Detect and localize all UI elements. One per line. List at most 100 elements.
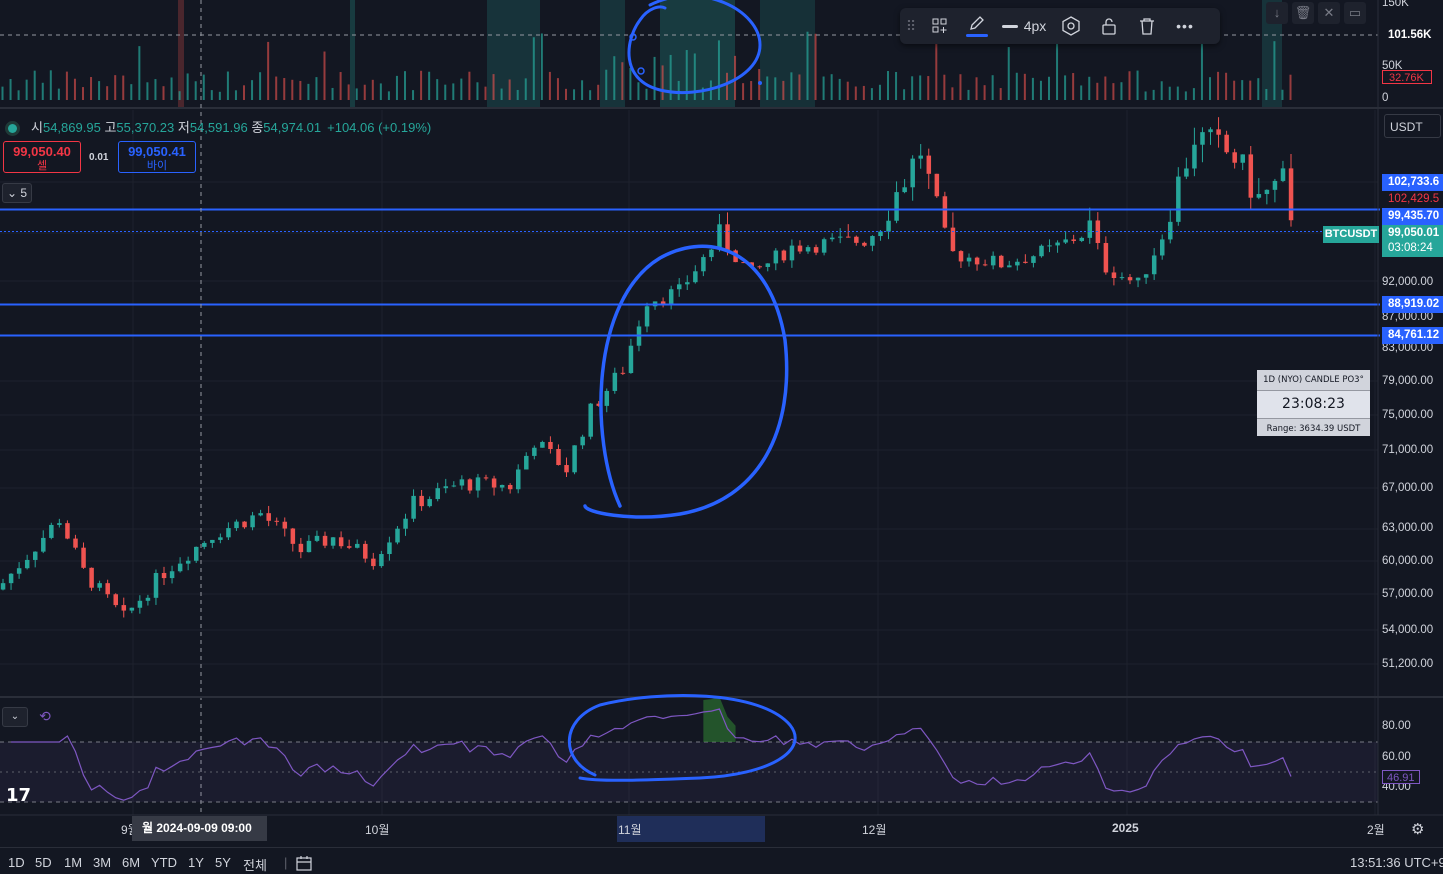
price-axis-label: 57,000.00 bbox=[1382, 588, 1434, 600]
candle-body bbox=[1176, 176, 1181, 222]
volume-bar bbox=[404, 71, 406, 100]
volume-bar bbox=[1168, 86, 1171, 100]
volume-bar bbox=[243, 85, 245, 100]
settings-icon[interactable] bbox=[1052, 8, 1090, 44]
volume-bar bbox=[581, 80, 584, 100]
candle bbox=[870, 235, 875, 252]
candle-body bbox=[338, 537, 344, 547]
volume-bar bbox=[1200, 41, 1203, 100]
volume-bar bbox=[565, 88, 567, 100]
candle-body bbox=[290, 528, 296, 544]
candle-body bbox=[773, 250, 779, 264]
close-value: 54,974.01 bbox=[263, 120, 322, 135]
sell-button[interactable]: 99,050.40 셀 bbox=[3, 141, 81, 173]
range-button-3m[interactable]: 3M bbox=[93, 855, 111, 870]
volume-axis-label: 0 bbox=[1382, 92, 1389, 104]
collapse-pane-icon[interactable]: ✕ bbox=[1318, 2, 1340, 24]
price-axis-label: 71,000.00 bbox=[1382, 444, 1434, 456]
volume-bar bbox=[452, 83, 455, 100]
price-axis-label: 67,000.00 bbox=[1382, 482, 1434, 494]
maximize-pane-icon[interactable]: ▭ bbox=[1344, 2, 1366, 24]
candle-body bbox=[274, 520, 279, 522]
pane-trash-icon[interactable]: 🗑 bbox=[1292, 2, 1314, 24]
line-color-button[interactable] bbox=[958, 8, 996, 44]
template-icon[interactable] bbox=[922, 8, 958, 44]
candle-body bbox=[491, 478, 497, 488]
volume-bar bbox=[1233, 80, 1236, 100]
line-width-button[interactable]: 4px bbox=[996, 8, 1052, 44]
candle-body bbox=[346, 546, 352, 548]
gear-icon[interactable]: ⚙ bbox=[1411, 820, 1424, 838]
volume-bar bbox=[1241, 80, 1244, 100]
volume-bar bbox=[637, 82, 640, 100]
high-label: 고 bbox=[104, 120, 117, 135]
currency-select[interactable]: USDT bbox=[1384, 114, 1441, 138]
price-axis-label: 63,000.00 bbox=[1382, 522, 1434, 534]
rsi-indicator-icon[interactable]: ⟲ bbox=[36, 707, 54, 725]
buy-button[interactable]: 99,050.41 바이 bbox=[118, 141, 196, 173]
clock-time[interactable]: 13:51:36 UTC+9 bbox=[1350, 855, 1443, 870]
candle bbox=[1208, 127, 1213, 145]
volume-bar bbox=[629, 67, 632, 100]
candle-body bbox=[8, 573, 14, 584]
candle bbox=[419, 489, 424, 511]
candle-body bbox=[854, 236, 859, 243]
tradingview-logo-icon[interactable]: 17 bbox=[6, 785, 31, 806]
price-axis-label: 51,200.00 bbox=[1382, 658, 1434, 670]
candle-body bbox=[701, 257, 706, 272]
volume-bar bbox=[98, 81, 101, 100]
candle-body bbox=[1111, 272, 1117, 279]
candle-body bbox=[660, 301, 666, 304]
candle-body bbox=[902, 187, 907, 193]
candle-body bbox=[314, 535, 320, 541]
range-button-6m[interactable]: 6M bbox=[122, 855, 140, 870]
volume-bar bbox=[154, 79, 157, 100]
range-button-ytd[interactable]: YTD bbox=[151, 855, 177, 870]
drag-handle-icon[interactable]: ⠿ bbox=[900, 8, 922, 44]
legend-collapse-button[interactable]: ⌄ 5 bbox=[2, 183, 32, 203]
volume-bar bbox=[1160, 81, 1163, 100]
low-value: 54,591.96 bbox=[189, 120, 248, 135]
lock-icon[interactable] bbox=[1090, 8, 1128, 44]
candle-body bbox=[330, 537, 336, 546]
arrow-down-icon[interactable]: ↓ bbox=[1266, 2, 1288, 24]
range-button-5y[interactable]: 5Y bbox=[215, 855, 231, 870]
candle-body bbox=[194, 546, 199, 561]
candle bbox=[660, 297, 666, 308]
volume-bar bbox=[1056, 37, 1059, 100]
candle-body bbox=[628, 345, 634, 374]
crosshair-date-label: 월 2024-09-09 09:00 bbox=[132, 816, 267, 841]
candle-body bbox=[846, 236, 851, 238]
volume-bar bbox=[806, 31, 809, 101]
candle-body bbox=[363, 543, 368, 559]
volume-bar bbox=[991, 75, 994, 100]
price-axis-label: 92,000.00 bbox=[1382, 276, 1434, 288]
more-icon[interactable]: ••• bbox=[1166, 8, 1204, 44]
pencil-icon bbox=[970, 15, 984, 30]
range-button-all[interactable]: 전체 bbox=[243, 855, 267, 874]
candle-body bbox=[934, 173, 940, 197]
candle bbox=[1216, 117, 1221, 148]
range-button-1y[interactable]: 1Y bbox=[188, 855, 204, 870]
rsi-collapse-button[interactable]: ⌄ bbox=[2, 707, 28, 727]
candle bbox=[338, 531, 344, 549]
candle-body bbox=[41, 537, 46, 552]
volume-bar bbox=[870, 88, 873, 100]
range-button-1m[interactable]: 1M bbox=[64, 855, 82, 870]
candle bbox=[443, 478, 449, 494]
trash-icon[interactable] bbox=[1128, 8, 1166, 44]
price-tag-countdown: 03:08:24 bbox=[1382, 240, 1443, 257]
volume-bar bbox=[750, 81, 753, 100]
range-button-5d[interactable]: 5D bbox=[35, 855, 52, 870]
candle-body bbox=[161, 573, 167, 579]
calendar-icon[interactable] bbox=[296, 855, 314, 874]
range-button-1d[interactable]: 1D bbox=[8, 855, 25, 870]
candle bbox=[821, 237, 827, 256]
candle bbox=[73, 534, 78, 550]
candle-body bbox=[516, 469, 521, 490]
candle-body bbox=[1007, 265, 1012, 268]
volume-bar bbox=[1136, 70, 1139, 100]
volume-bar bbox=[90, 77, 93, 100]
candle bbox=[185, 556, 191, 571]
volume-bar bbox=[347, 84, 350, 100]
